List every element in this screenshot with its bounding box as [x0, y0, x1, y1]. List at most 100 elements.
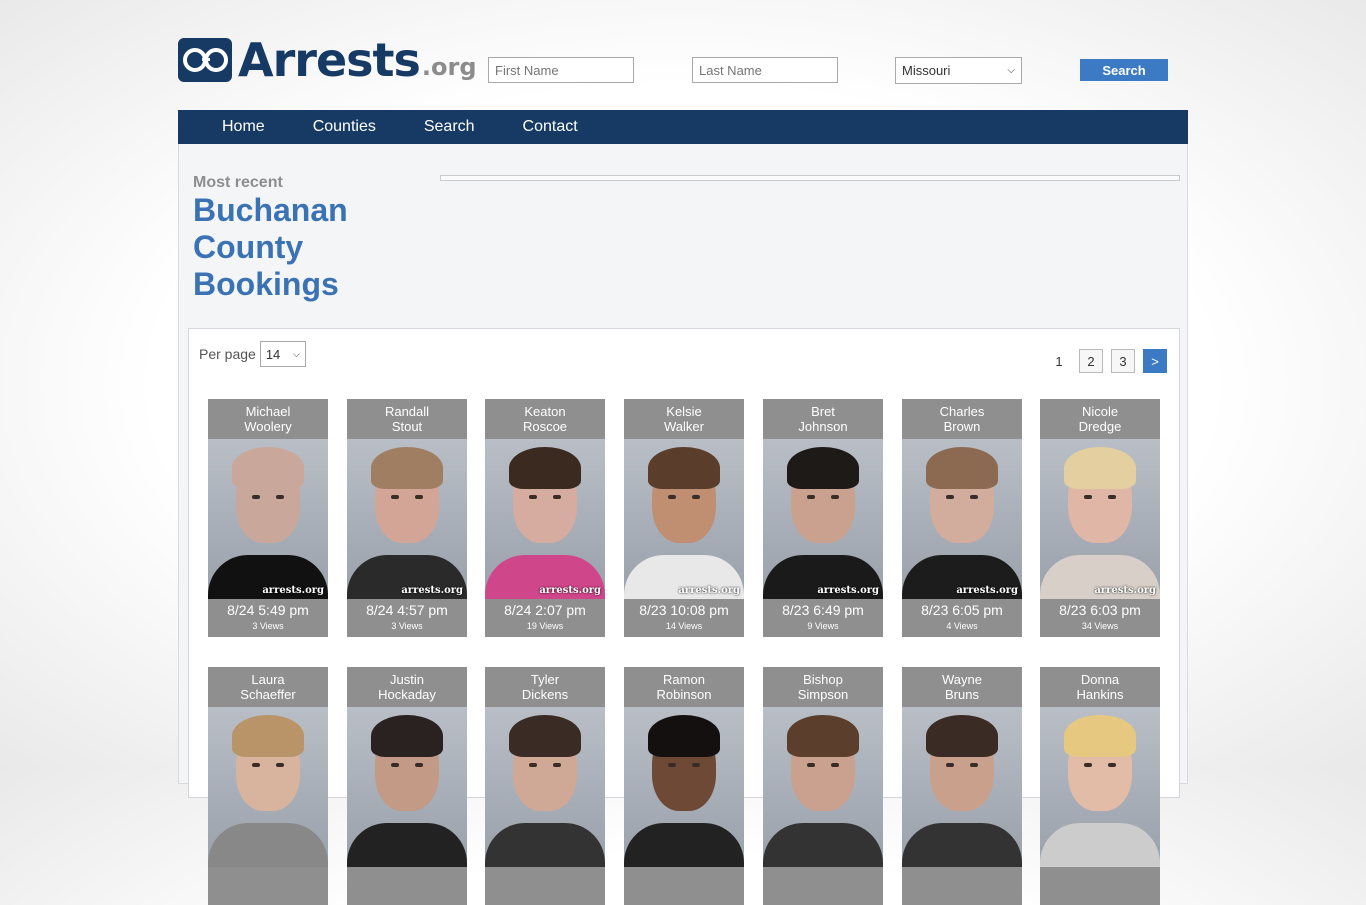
page-3-link[interactable]: 3	[1111, 349, 1135, 373]
page-2-link[interactable]: 2	[1079, 349, 1103, 373]
booking-card[interactable]: Keaton Roscoe arrests.org 8/24 2:07 pm 19 Vi…	[485, 399, 605, 637]
handcuffs-logo-icon	[178, 38, 232, 82]
booking-name[interactable]: Ramon Robinson	[624, 667, 744, 707]
last-name: Johnson	[798, 419, 848, 434]
watermark: arrests.org	[817, 585, 879, 596]
chevron-down-icon: ⌵	[1007, 65, 1015, 76]
view-count: 9 Views	[807, 621, 839, 631]
booking-name[interactable]: Kelsie Walker	[624, 399, 744, 439]
last-name: Stout	[391, 419, 423, 434]
booking-date: 8/23 10:08 pm	[639, 602, 729, 618]
state-select-value: Missouri	[902, 63, 951, 78]
page-title: Buchanan County Bookings	[193, 192, 393, 303]
booking-card[interactable]: Tyler Dickens	[485, 667, 605, 905]
booking-name[interactable]: Donna Hankins	[1040, 667, 1160, 707]
nav-search[interactable]: Search	[400, 110, 499, 144]
mugshot-photo[interactable]: arrests.org	[1040, 439, 1160, 599]
booking-date: 8/24 4:57 pm	[366, 602, 448, 618]
first-name: Keaton	[524, 404, 566, 419]
search-button[interactable]: Search	[1080, 59, 1168, 81]
page-title-line: Buchanan	[193, 192, 348, 228]
ad-placeholder	[440, 175, 1180, 181]
last-name-input[interactable]	[692, 57, 838, 83]
page-1: 1	[1055, 353, 1063, 369]
booking-card[interactable]: Bishop Simpson	[763, 667, 883, 905]
booking-name[interactable]: Michael Woolery	[208, 399, 328, 439]
booking-name[interactable]: Keaton Roscoe	[485, 399, 605, 439]
mugshot-photo[interactable]	[1040, 707, 1160, 867]
page-title-line: Bookings	[193, 266, 339, 302]
booking-card[interactable]: Justin Hockaday	[347, 667, 467, 905]
last-name: Roscoe	[522, 419, 568, 434]
chevron-down-icon: ⌵	[293, 348, 300, 359]
booking-card[interactable]: Bret Johnson arrests.org 8/23 6:49 pm 9 View…	[763, 399, 883, 637]
mugshot-photo[interactable]: arrests.org	[902, 439, 1022, 599]
booking-card[interactable]: Laura Schaeffer	[208, 667, 328, 905]
mugshot-photo[interactable]: arrests.org	[624, 439, 744, 599]
booking-card[interactable]: Kelsie Walker arrests.org 8/23 10:08 pm 14 V…	[624, 399, 744, 637]
first-name: Wayne	[942, 672, 982, 687]
mugshot-photo[interactable]	[347, 707, 467, 867]
last-name: Robinson	[656, 687, 712, 702]
booking-card[interactable]: Charles Brown arrests.org 8/23 6:05 pm 4 Vie…	[902, 399, 1022, 637]
first-name: Ramon	[663, 672, 705, 687]
last-name: Schaeffer	[240, 687, 296, 702]
view-count: 14 Views	[665, 621, 703, 631]
booking-name[interactable]: Randall Stout	[347, 399, 467, 439]
next-page-button[interactable]: >	[1143, 349, 1167, 373]
watermark: arrests.org	[262, 585, 324, 596]
mugshot-photo[interactable]	[485, 707, 605, 867]
nav-contact[interactable]: Contact	[499, 110, 602, 144]
booking-card[interactable]: Donna Hankins	[1040, 667, 1160, 905]
booking-name[interactable]: Laura Schaeffer	[208, 667, 328, 707]
last-name: Woolery	[244, 419, 292, 434]
booking-name[interactable]: Tyler Dickens	[485, 667, 605, 707]
booking-card[interactable]: Ramon Robinson	[624, 667, 744, 905]
first-name: Laura	[251, 672, 285, 687]
per-page-label: Per page	[199, 346, 256, 362]
booking-date: 8/23 6:03 pm	[1059, 602, 1141, 618]
state-select[interactable]: Missouri ⌵	[895, 57, 1022, 84]
mugshot-photo[interactable]: arrests.org	[763, 439, 883, 599]
nav-counties[interactable]: Counties	[289, 110, 400, 144]
first-name: Bishop	[803, 672, 843, 687]
booking-card[interactable]: Randall Stout arrests.org 8/24 4:57 pm 3 Vie…	[347, 399, 467, 637]
mugshot-photo[interactable]	[624, 707, 744, 867]
pagination: 1 2 3 >	[1039, 349, 1167, 373]
booking-card[interactable]: Michael Woolery arrests.org 8/24 5:49 pm 3 V…	[208, 399, 328, 637]
most-recent-label: Most recent	[193, 174, 283, 191]
first-name: Bret	[811, 404, 835, 419]
view-count: 4 Views	[946, 621, 978, 631]
per-page-select[interactable]: 14 ⌵	[259, 341, 306, 367]
first-name: Randall	[384, 404, 430, 419]
booking-card[interactable]: Nicole Dredge arrests.org 8/23 6:03 pm 34 Vi…	[1040, 399, 1160, 637]
logo-text: Arrests	[238, 33, 421, 87]
view-count: 19 Views	[526, 621, 564, 631]
first-name-input[interactable]	[488, 57, 634, 83]
mugshot-photo[interactable]: arrests.org	[347, 439, 467, 599]
first-name: Charles	[939, 404, 985, 419]
booking-name[interactable]: Wayne Bruns	[902, 667, 1022, 707]
mugshot-photo[interactable]	[902, 707, 1022, 867]
watermark: arrests.org	[539, 585, 601, 596]
nav-home[interactable]: Home	[178, 110, 289, 144]
first-name: Kelsie	[666, 404, 702, 419]
mugshot-photo[interactable]: arrests.org	[485, 439, 605, 599]
view-count: 34 Views	[1081, 621, 1119, 631]
booking-card[interactable]: Wayne Bruns	[902, 667, 1022, 905]
last-name: Walker	[664, 419, 704, 434]
first-name: Justin	[390, 672, 424, 687]
booking-name[interactable]: Bishop Simpson	[763, 667, 883, 707]
watermark: arrests.org	[678, 585, 740, 596]
booking-name[interactable]: Charles Brown	[902, 399, 1022, 439]
page: Arrests .org Missouri ⌵ Search Home Coun…	[178, 0, 1188, 905]
booking-name[interactable]: Bret Johnson	[763, 399, 883, 439]
last-name: Brown	[943, 419, 981, 434]
view-count: 3 Views	[252, 621, 284, 631]
booking-name[interactable]: Nicole Dredge	[1040, 399, 1160, 439]
site-logo[interactable]: Arrests .org	[178, 33, 477, 87]
mugshot-photo[interactable]: arrests.org	[208, 439, 328, 599]
booking-name[interactable]: Justin Hockaday	[347, 667, 467, 707]
mugshot-photo[interactable]	[763, 707, 883, 867]
mugshot-photo[interactable]	[208, 707, 328, 867]
